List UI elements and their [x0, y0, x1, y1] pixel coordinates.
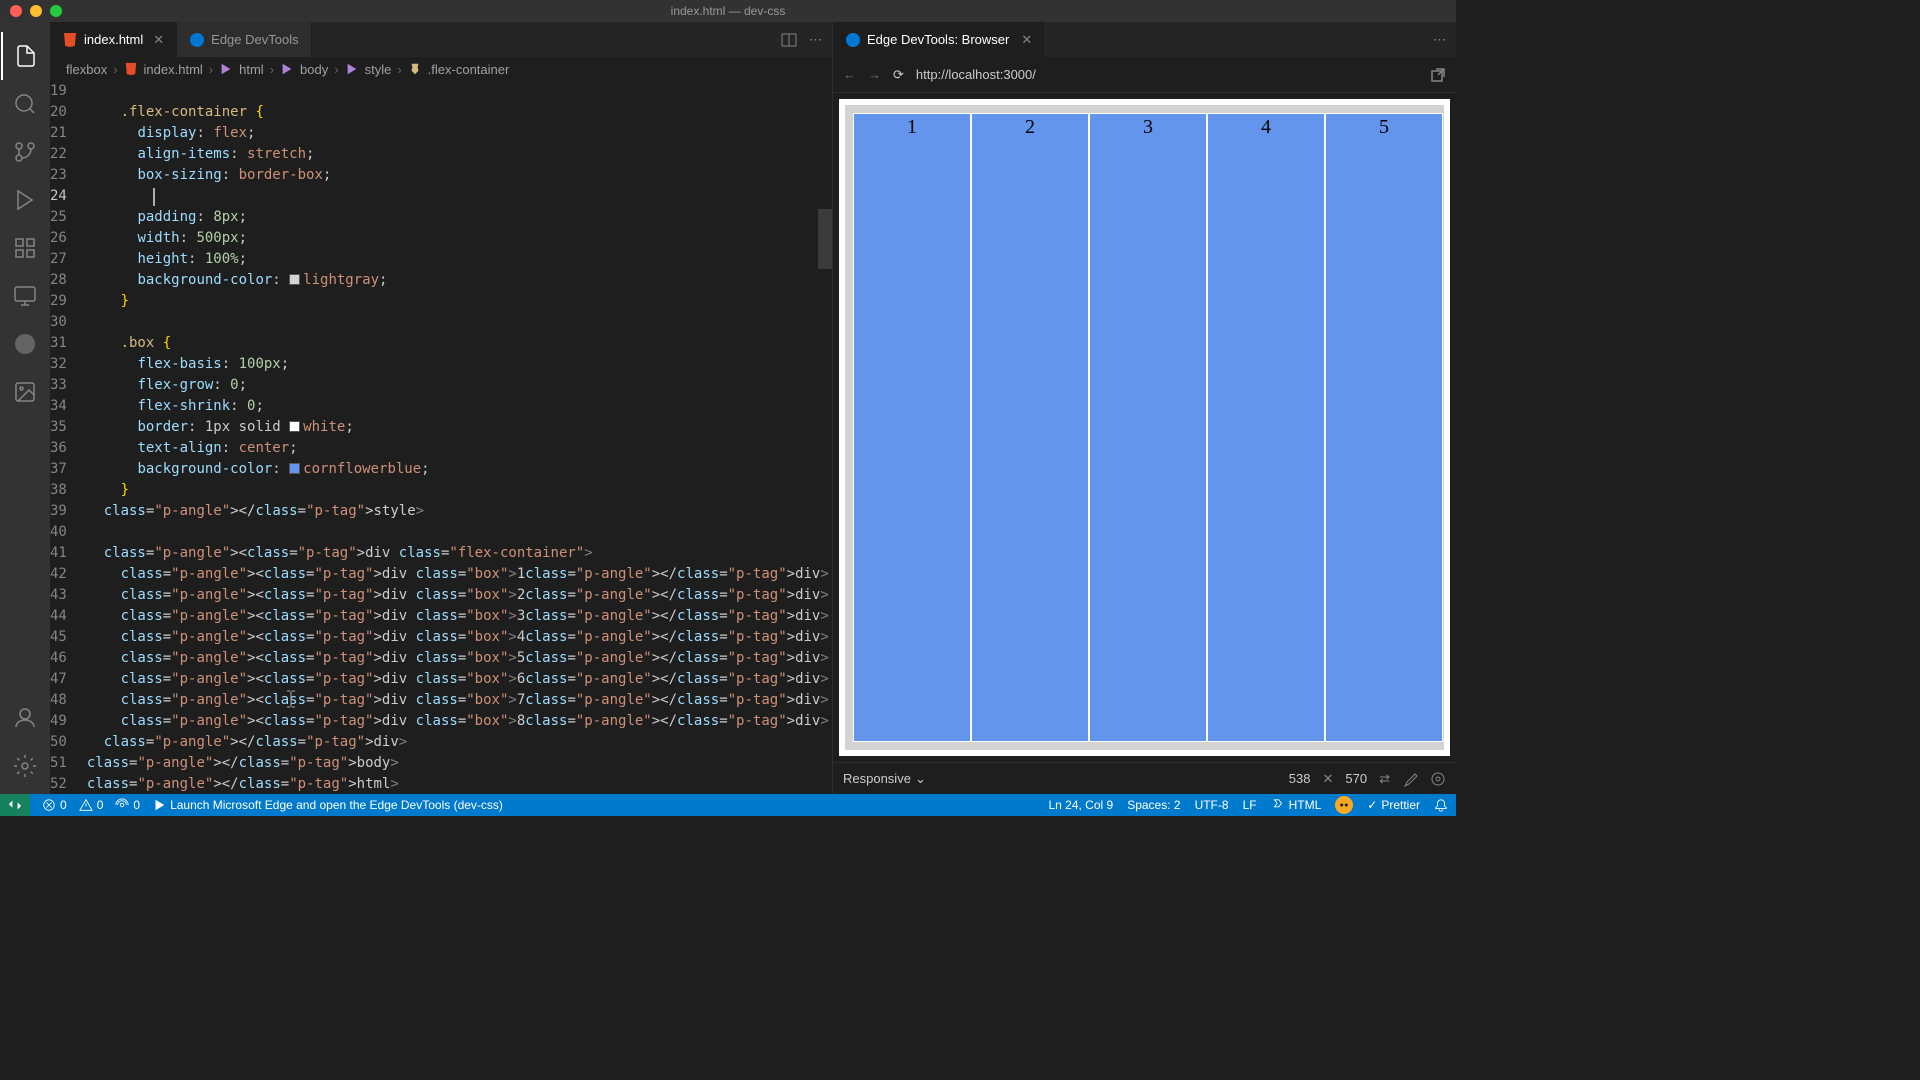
dimension-separator-icon: ✕	[1322, 771, 1333, 787]
tab-label: index.html	[84, 32, 143, 47]
notifications-icon[interactable]	[1434, 798, 1448, 812]
edge-icon	[189, 32, 205, 48]
close-window-button[interactable]	[10, 5, 22, 17]
target-icon[interactable]	[1430, 771, 1446, 787]
tab-devtools-browser[interactable]: Edge DevTools: Browser ✕	[833, 22, 1044, 57]
symbol-icon	[280, 62, 294, 76]
line-numbers: 1920212223242526272829303132333435363738…	[50, 81, 87, 794]
edge-tools-icon[interactable]	[1, 320, 49, 368]
breadcrumb-item[interactable]: html	[239, 62, 264, 77]
accounts-icon[interactable]	[1, 694, 49, 742]
tab-edge-devtools[interactable]: Edge DevTools	[177, 22, 311, 57]
language-mode[interactable]: HTML	[1271, 798, 1322, 812]
window-title: index.html — dev-css	[671, 4, 786, 18]
open-externally-icon[interactable]	[1430, 67, 1446, 83]
chevron-right-icon: ›	[113, 62, 117, 77]
devtools-footer: Responsive ⌄ 538 ✕ 570 ⇄	[833, 762, 1456, 794]
preview-box: 3	[1089, 113, 1207, 742]
prettier-status[interactable]: ✓ Prettier	[1367, 798, 1420, 812]
launch-config[interactable]: Launch Microsoft Edge and open the Edge …	[152, 798, 503, 812]
viewport-height[interactable]: 570	[1345, 771, 1367, 786]
maximize-window-button[interactable]	[50, 5, 62, 17]
activity-bar	[0, 22, 50, 794]
devtools-tabs: Edge DevTools: Browser ✕ ⋯	[833, 22, 1456, 57]
breadcrumb-item[interactable]: body	[300, 62, 328, 77]
remote-indicator[interactable]	[0, 794, 30, 816]
ports-count[interactable]: 0	[115, 798, 140, 812]
title-bar: index.html — dev-css	[0, 0, 1456, 22]
chevron-down-icon: ⌄	[915, 771, 926, 787]
device-selector[interactable]: Responsive ⌄	[843, 771, 926, 787]
explorer-icon[interactable]	[1, 32, 49, 80]
preview-box: 4	[1207, 113, 1325, 742]
more-actions-icon[interactable]: ⋯	[1433, 32, 1446, 48]
text-cursor	[285, 690, 297, 708]
rotate-icon[interactable]: ⇄	[1379, 771, 1390, 787]
images-icon[interactable]	[1, 368, 49, 416]
copilot-icon[interactable]	[1335, 796, 1353, 814]
tab-index-html[interactable]: index.html ✕	[50, 22, 177, 57]
chevron-right-icon: ›	[397, 62, 401, 77]
code-editor[interactable]: 1920212223242526272829303132333435363738…	[50, 81, 832, 794]
extensions-icon[interactable]	[1, 224, 49, 272]
encoding[interactable]: UTF-8	[1195, 798, 1229, 812]
errors-count[interactable]: 0	[42, 798, 67, 812]
back-icon[interactable]: ←	[843, 67, 856, 82]
viewport-width[interactable]: 538	[1289, 771, 1311, 786]
browser-toolbar: ← → ⟳ http://localhost:3000/	[833, 57, 1456, 93]
symbol-icon	[345, 62, 359, 76]
code-content[interactable]: .flex-container { display: flex; align-i…	[87, 81, 829, 794]
warnings-count[interactable]: 0	[79, 798, 104, 812]
editor-tabs: index.html ✕ Edge DevTools ⋯	[50, 22, 832, 57]
search-icon[interactable]	[1, 80, 49, 128]
close-icon[interactable]: ✕	[153, 32, 164, 48]
settings-gear-icon[interactable]	[1, 742, 49, 790]
status-bar: 0 0 0 Launch Microsoft Edge and open the…	[0, 794, 1456, 816]
preview-box: 1	[853, 113, 971, 742]
tab-label: Edge DevTools: Browser	[867, 32, 1009, 47]
browser-preview: 12345	[839, 99, 1450, 756]
breadcrumb-item[interactable]: style	[365, 62, 392, 77]
breadcrumb-item[interactable]: .flex-container	[428, 62, 510, 77]
color-picker-icon[interactable]	[1402, 771, 1418, 787]
eol[interactable]: LF	[1243, 798, 1257, 812]
edit-cursor	[153, 188, 155, 206]
tab-label: Edge DevTools	[211, 32, 298, 47]
run-debug-icon[interactable]	[1, 176, 49, 224]
indentation[interactable]: Spaces: 2	[1127, 798, 1180, 812]
html-file-icon	[62, 32, 78, 48]
css-selector-icon	[408, 62, 422, 76]
url-bar[interactable]: http://localhost:3000/	[916, 67, 1418, 82]
edge-icon	[845, 32, 861, 48]
chevron-right-icon: ›	[209, 62, 213, 77]
close-icon[interactable]: ✕	[1021, 32, 1032, 48]
more-actions-icon[interactable]: ⋯	[809, 32, 822, 48]
minimize-window-button[interactable]	[30, 5, 42, 17]
html-file-icon	[124, 62, 138, 76]
preview-box: 5	[1325, 113, 1443, 742]
source-control-icon[interactable]	[1, 128, 49, 176]
chevron-right-icon: ›	[270, 62, 274, 77]
split-editor-icon[interactable]	[781, 32, 797, 48]
symbol-icon	[219, 62, 233, 76]
remote-explorer-icon[interactable]	[1, 272, 49, 320]
preview-box: 2	[971, 113, 1089, 742]
minimap[interactable]	[829, 81, 832, 794]
forward-icon[interactable]: →	[868, 67, 881, 82]
cursor-position[interactable]: Ln 24, Col 9	[1048, 798, 1113, 812]
minimap-thumb[interactable]	[818, 209, 832, 269]
reload-icon[interactable]: ⟳	[893, 67, 904, 83]
breadcrumb-item[interactable]: flexbox	[66, 62, 107, 77]
chevron-right-icon: ›	[334, 62, 338, 77]
breadcrumb-item[interactable]: index.html	[144, 62, 203, 77]
breadcrumbs[interactable]: flexbox › index.html › html › body › sty…	[50, 57, 832, 81]
